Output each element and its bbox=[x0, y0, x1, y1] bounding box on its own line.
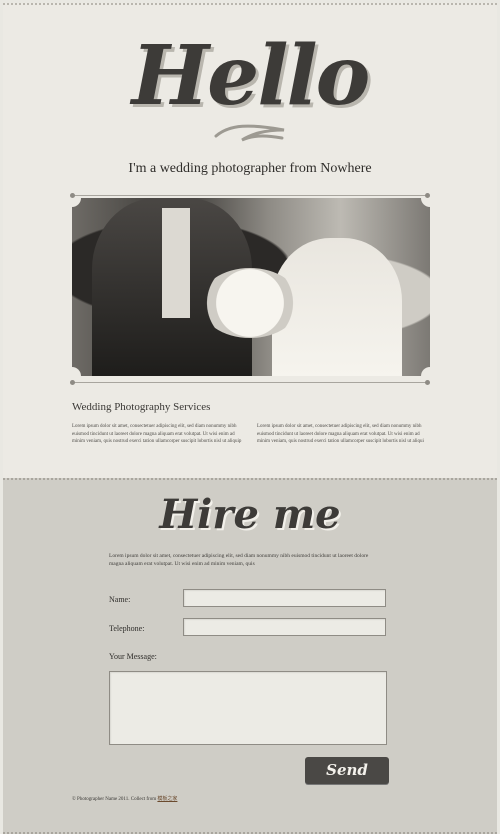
page: Hello I'm a wedding photographer from No… bbox=[0, 0, 500, 834]
message-label: Your Message: bbox=[109, 652, 157, 661]
name-label: Name: bbox=[109, 595, 131, 604]
footer-text: © Photographer Name 2011. Collect from bbox=[72, 797, 157, 802]
photo-corner-bl bbox=[72, 367, 81, 376]
send-button[interactable]: Send bbox=[305, 757, 389, 784]
message-textarea[interactable] bbox=[109, 671, 387, 745]
footer-link[interactable]: 模板之家 bbox=[157, 797, 177, 802]
name-input[interactable] bbox=[183, 589, 386, 607]
flourish-ornament-icon bbox=[214, 124, 285, 142]
photo-shirt bbox=[162, 208, 190, 318]
hire-title: Hire me bbox=[159, 491, 341, 538]
services-text-left: Lorem ipsum dolor sit amet, consectetuer… bbox=[72, 424, 242, 444]
wedding-photo bbox=[72, 198, 430, 376]
photo-bouquet bbox=[200, 268, 300, 338]
services-title: Wedding Photography Services bbox=[72, 401, 211, 413]
divider-dot-left-icon bbox=[70, 380, 75, 385]
hero-title: Hello bbox=[131, 28, 371, 124]
telephone-label: Telephone: bbox=[109, 624, 145, 633]
photo-corner-tr bbox=[421, 198, 430, 207]
services-text-right: Lorem ipsum dolor sit amet, consectetuer… bbox=[257, 424, 424, 444]
telephone-input[interactable] bbox=[183, 618, 386, 636]
tagline: I'm a wedding photographer from Nowhere bbox=[128, 161, 372, 176]
bottom-divider bbox=[70, 380, 430, 385]
footer: © Photographer Name 2011. Collect from 模… bbox=[72, 795, 177, 802]
top-divider bbox=[70, 193, 430, 198]
divider-dot-right-icon bbox=[425, 380, 430, 385]
hire-intro: Lorem ipsum dolor sit amet, consectetuer… bbox=[109, 553, 369, 567]
photo-corner-tl bbox=[72, 198, 81, 207]
photo-corner-br bbox=[421, 367, 430, 376]
